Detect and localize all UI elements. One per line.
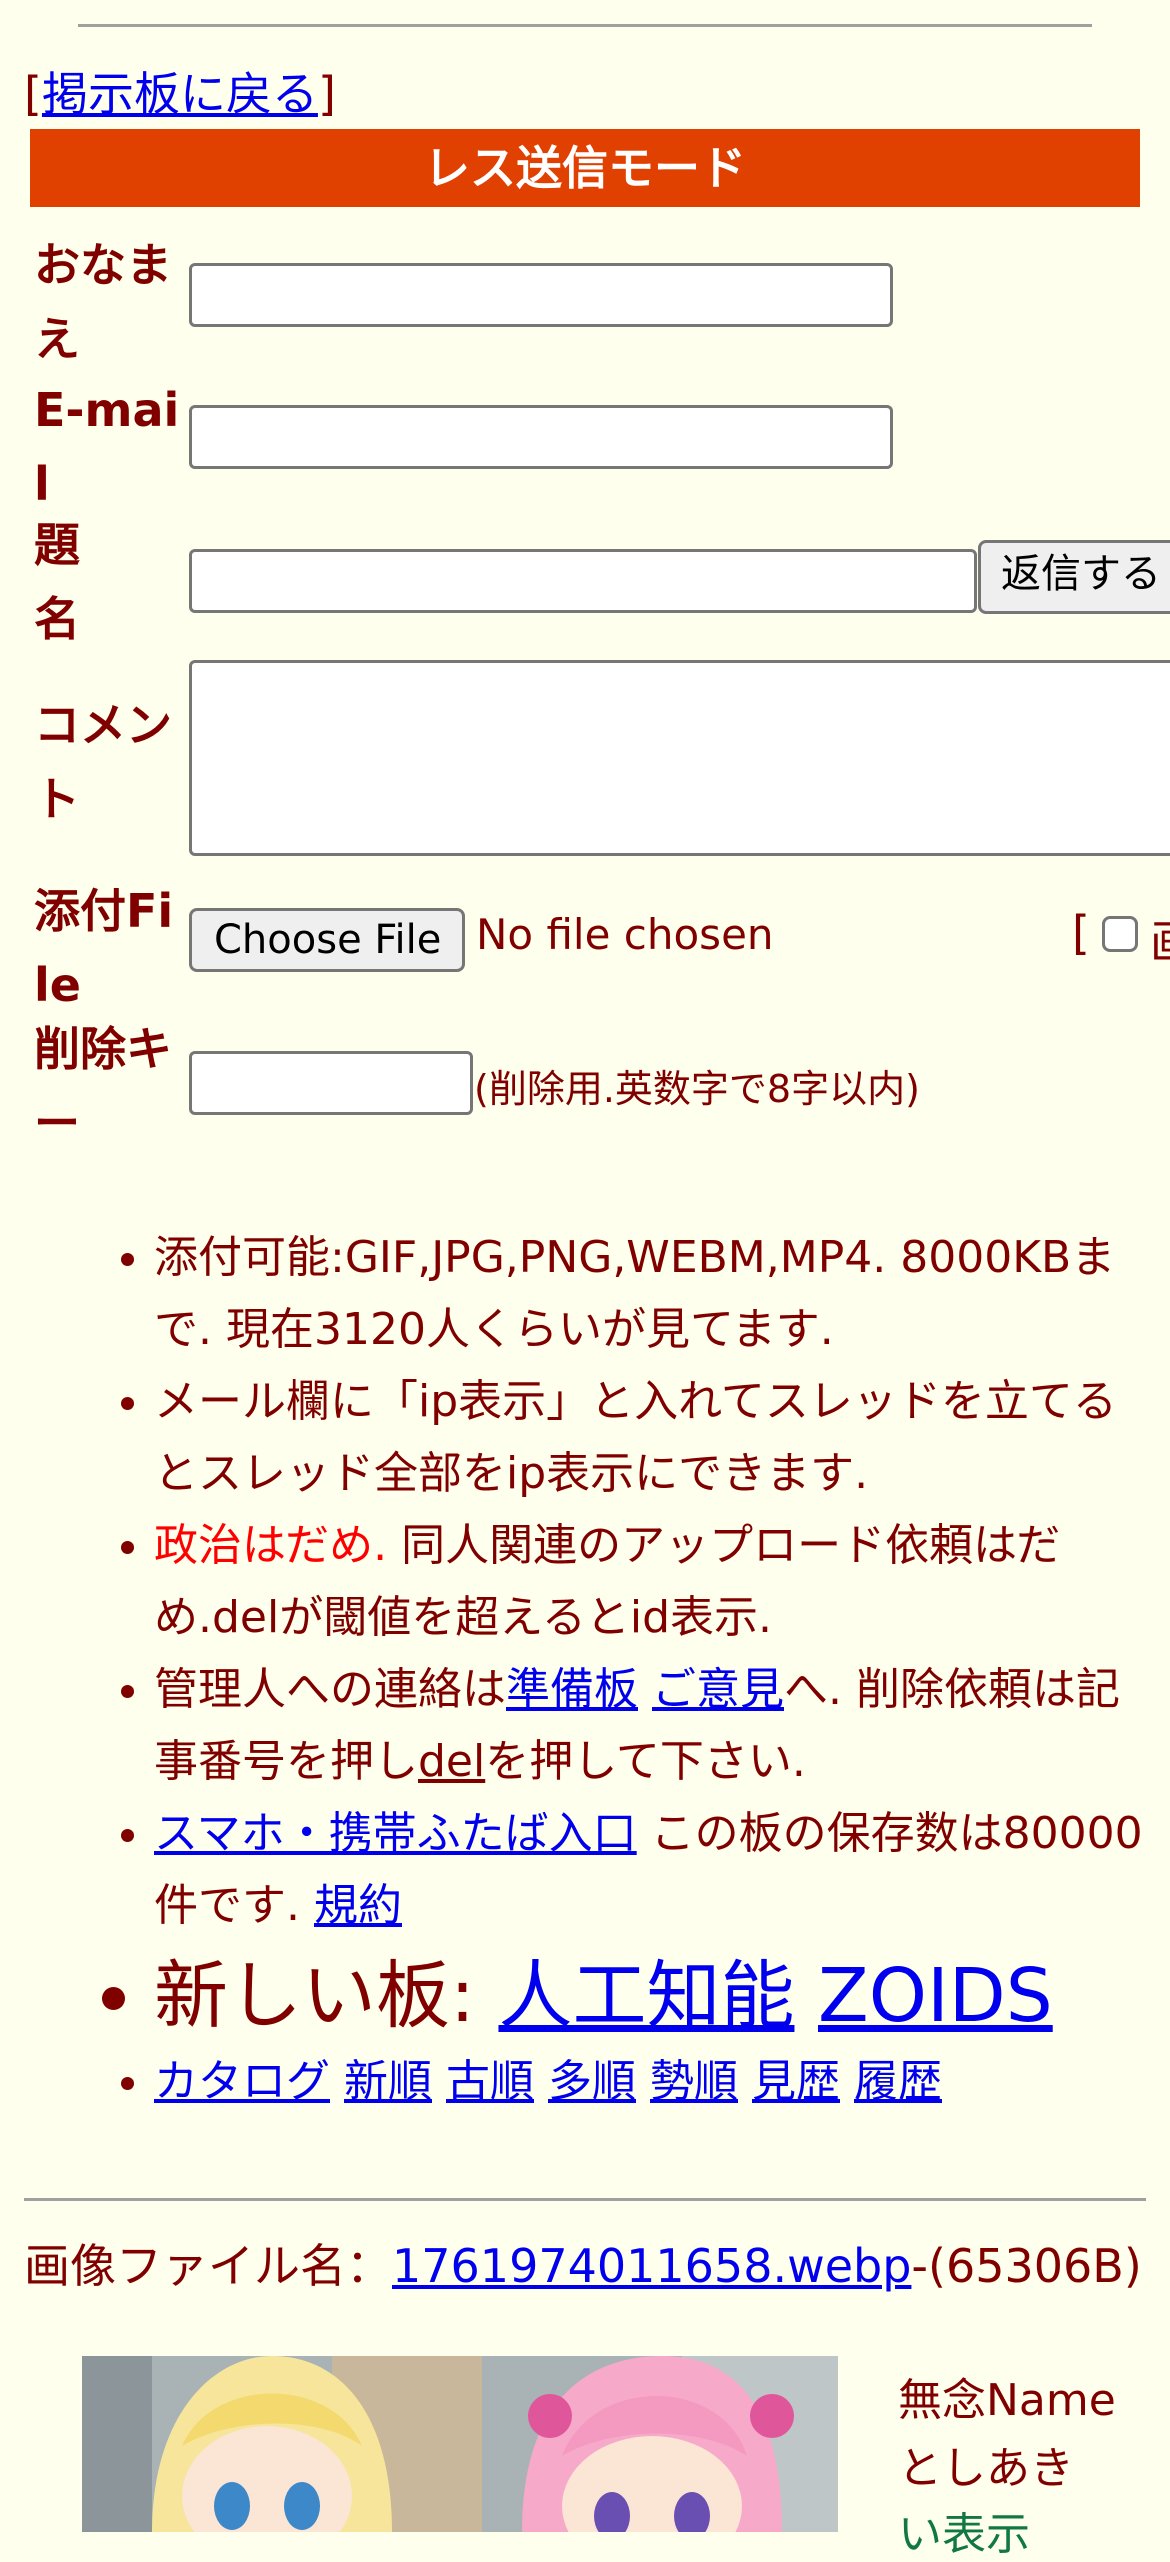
post-file-link[interactable]: 1761974011658.webp (392, 2239, 911, 2293)
note-ip-display: メール欄に「ip表示」と入れてスレッドを立てるとスレッド全部をip表示にできます… (154, 1366, 1160, 1510)
subject-input[interactable] (189, 549, 977, 613)
name-label: おなまえ (34, 238, 172, 366)
prep-board-link[interactable]: 準備板 (506, 1664, 638, 1715)
poster-name-line3: い表示 (898, 2509, 1030, 2560)
reply-mode-banner: レス送信モード (30, 129, 1140, 207)
sort-many-link[interactable]: 多順 (548, 2056, 636, 2107)
poster-name-line2: としあき (898, 2443, 1074, 2494)
post-divider (24, 2198, 1146, 2201)
choose-file-button[interactable]: Choose File (189, 908, 465, 972)
poster-name-line1: 無念Name (898, 2375, 1116, 2426)
catalog-link[interactable]: カタログ (154, 2056, 330, 2107)
politics-warning: 政治はだめ. (154, 1520, 388, 1571)
note-rules: 政治はだめ. 同人関連のアップロード依頼はだめ.delが閾値を超えるとid表示. (154, 1510, 1160, 1654)
email-label: E-mail (34, 383, 180, 511)
zoids-board-link[interactable]: ZOIDS (818, 1953, 1053, 2039)
delete-key-note: (削除用.英数字で8字以内) (474, 1067, 920, 1111)
file-label: 添付File (34, 884, 174, 1012)
comment-textarea[interactable] (189, 660, 1170, 856)
top-divider (78, 24, 1092, 27)
sort-new-link[interactable]: 新順 (344, 2056, 432, 2107)
note-mobile: スマホ・携帯ふたば入口 この板の保存数は80000件です. 規約 (154, 1798, 1160, 1942)
subject-label: 題名 (34, 518, 80, 646)
sort-old-link[interactable]: 古順 (446, 2056, 534, 2107)
thumbnail-illustration (82, 2356, 838, 2532)
post-thumbnail-image[interactable] (82, 2356, 838, 2532)
post-file-info: 画像ファイル名：1761974011658.webp-(65306B) (24, 2239, 1142, 2293)
post-history-link[interactable]: 履歴 (854, 2056, 942, 2107)
feedback-link[interactable]: ご意見 (652, 1664, 784, 1715)
ai-board-link[interactable]: 人工知能 (498, 1953, 794, 2039)
comment-label: コメント (34, 698, 172, 826)
note-new-boards: 新しい板: 人工知能 ZOIDS (154, 1946, 1160, 2046)
note-attachments: 添付可能:GIF,JPG,PNG,WEBM,MP4. 8000KBまで. 現在3… (154, 1222, 1160, 1366)
submit-reply-button[interactable]: 返信する (978, 540, 1170, 614)
name-input[interactable] (189, 263, 893, 327)
note-catalog-links: カタログ 新順 古順 多順 勢順 見歴 履歴 (154, 2046, 1160, 2118)
image-option-bracket: [ (1072, 906, 1090, 960)
back-to-board: [掲示板に戻る] (24, 67, 336, 121)
terms-link[interactable]: 規約 (314, 1880, 402, 1931)
no-file-status: No file chosen (476, 910, 774, 959)
back-to-board-link[interactable]: 掲示板に戻る (42, 67, 318, 121)
image-option-checkbox[interactable] (1102, 916, 1138, 952)
note-contact: 管理人への連絡は準備板 ご意見へ. 削除依頼は記事番号を押しdelを押して下さい… (154, 1654, 1160, 1798)
mobile-entrance-link[interactable]: スマホ・携帯ふたば入口 (154, 1808, 637, 1859)
view-history-link[interactable]: 見歴 (752, 2056, 840, 2107)
sort-momentum-link[interactable]: 勢順 (650, 2056, 738, 2107)
delete-key-input[interactable] (189, 1051, 473, 1115)
board-notes-list: 添付可能:GIF,JPG,PNG,WEBM,MP4. 8000KBまで. 現在3… (0, 1222, 1160, 2118)
email-input[interactable] (189, 405, 893, 469)
image-option-label: 画 (1150, 906, 1170, 972)
del-link[interactable]: del (418, 1736, 485, 1787)
delete-key-label: 削除キー (34, 1022, 172, 1150)
